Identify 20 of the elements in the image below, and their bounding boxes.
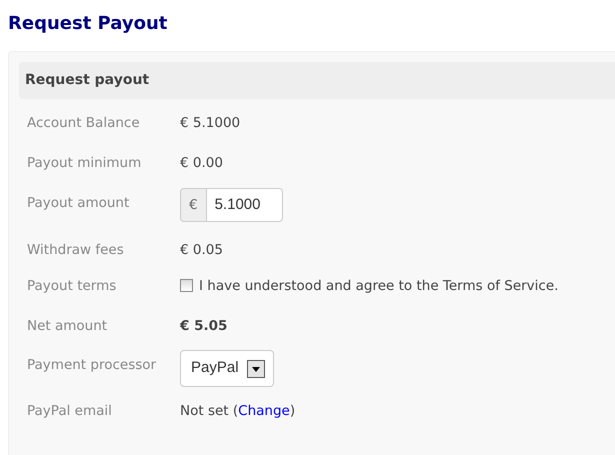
field-label: Payout amount bbox=[27, 194, 130, 212]
field-label: Payout minimum bbox=[27, 154, 142, 174]
field-label: Payment processor bbox=[27, 356, 158, 376]
currency-addon: € bbox=[180, 188, 207, 222]
email-status: Not set (Change) bbox=[180, 402, 296, 421]
page-title: Request Payout bbox=[8, 12, 168, 36]
field-label: PayPal email bbox=[27, 402, 113, 421]
net-amount: € 5.05 bbox=[180, 317, 228, 336]
field-label: Account Balance bbox=[27, 114, 141, 133]
field-label: Net amount bbox=[27, 317, 108, 336]
amount-field[interactable]: 5.1000 bbox=[206, 188, 283, 222]
change-link[interactable]: Change bbox=[238, 402, 290, 419]
field-label: Payout terms bbox=[27, 276, 118, 296]
field-value: € 0.05 bbox=[180, 240, 223, 260]
field-value: € 5.1000 bbox=[180, 114, 240, 133]
panel-heading: Request payout bbox=[19, 62, 615, 99]
processor-select[interactable]: PayPal bbox=[180, 350, 274, 387]
field-label: Withdraw fees bbox=[27, 240, 125, 260]
terms-text: I have understood and agree to the Terms of Service. bbox=[199, 276, 558, 296]
field-value: € 0.00 bbox=[180, 154, 223, 174]
